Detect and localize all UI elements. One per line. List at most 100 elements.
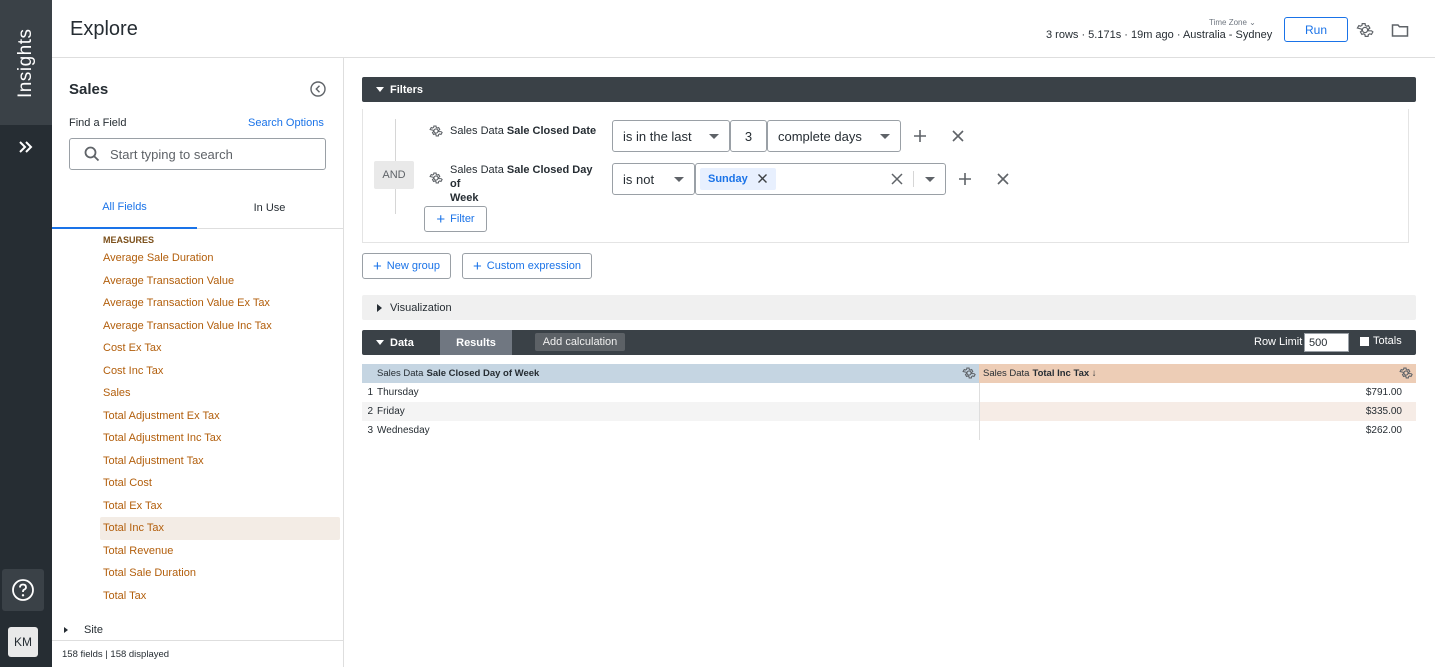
- column-field-name: Total Inc Tax ↓: [1032, 368, 1097, 379]
- column-view-name: Sales Data: [983, 368, 1030, 379]
- filter-panel: AND Sales Data Sale Closed Date is in th…: [362, 109, 1409, 243]
- run-button[interactable]: Run: [1284, 17, 1348, 42]
- table-row: 2 Friday $335.00: [362, 402, 1416, 421]
- data-label: Data: [390, 336, 414, 349]
- add-filter-button[interactable]: + Filter: [424, 206, 487, 232]
- filter-number-input[interactable]: 3: [730, 120, 767, 152]
- table-row: 3 Wednesday $262.00: [362, 421, 1416, 440]
- filter-unit-select[interactable]: complete days: [767, 120, 901, 152]
- plus-icon: +: [373, 257, 382, 275]
- field-item[interactable]: Total Revenue: [100, 540, 340, 563]
- column-field-name: Sale Closed Day of Week: [426, 368, 540, 379]
- column-header-measure[interactable]: Sales Data Total Inc Tax ↓: [979, 364, 1416, 383]
- custom-expression-button[interactable]: + Custom expression: [462, 253, 592, 279]
- app-rail: Insights KM: [0, 0, 52, 667]
- page-header: Explore Time Zone ⌄ 3 rows · 5.171s · 19…: [52, 0, 1435, 58]
- field-search-input[interactable]: [110, 146, 310, 162]
- field-item[interactable]: Total Ex Tax: [100, 495, 340, 518]
- cell-day: Friday: [377, 406, 405, 417]
- totals-label: Totals: [1373, 335, 1402, 347]
- chevron-down-icon: [674, 177, 684, 182]
- gear-icon[interactable]: [429, 124, 443, 138]
- view-group-site[interactable]: Site: [62, 624, 103, 636]
- tab-in-use[interactable]: In Use: [197, 186, 342, 229]
- close-icon[interactable]: [995, 171, 1011, 187]
- avatar[interactable]: KM: [8, 627, 38, 657]
- tab-results[interactable]: Results: [440, 330, 512, 355]
- cell-total: $791.00: [1365, 387, 1402, 398]
- brand-area[interactable]: Insights: [0, 0, 52, 125]
- folder-icon[interactable]: [1389, 19, 1411, 41]
- field-item[interactable]: Sales: [100, 382, 340, 405]
- field-item-selected[interactable]: Total Inc Tax: [100, 517, 340, 540]
- field-item[interactable]: Total Adjustment Inc Tax: [100, 427, 340, 450]
- field-picker: Sales Find a Field Search Options All Fi…: [52, 58, 344, 667]
- chevron-down-icon[interactable]: [925, 177, 935, 182]
- column-header-dimension[interactable]: Sales Data Sale Closed Day of Week: [362, 364, 979, 383]
- caret-down-icon: [376, 87, 384, 92]
- and-operator[interactable]: AND: [374, 161, 414, 189]
- row-number: 1: [367, 387, 373, 398]
- filters-section-header[interactable]: Filters: [362, 77, 1416, 102]
- new-group-button[interactable]: + New group: [362, 253, 451, 279]
- field-item[interactable]: Total Sale Duration: [100, 562, 340, 585]
- visualization-section-header[interactable]: Visualization: [362, 295, 1416, 320]
- field-search-box[interactable]: [69, 138, 326, 170]
- field-item[interactable]: Total Cost: [100, 472, 340, 495]
- column-divider: [979, 421, 980, 440]
- clear-icon[interactable]: [891, 173, 903, 185]
- visualization-label: Visualization: [390, 301, 452, 314]
- search-icon: [84, 146, 100, 162]
- cell-day: Thursday: [377, 387, 419, 398]
- timezone-label[interactable]: Time Zone ⌄: [1209, 18, 1256, 27]
- row-number: 2: [367, 406, 373, 417]
- caret-right-icon: [377, 303, 382, 312]
- new-group-label: New group: [386, 260, 440, 272]
- select-divider: [913, 171, 914, 187]
- caret-right-icon: [64, 627, 68, 633]
- chevron-down-icon: [880, 134, 890, 139]
- add-icon[interactable]: [957, 171, 973, 187]
- filter-field-name: Sales Data Sale Closed Day of Week: [450, 164, 593, 204]
- help-icon[interactable]: [2, 569, 44, 611]
- filter-value-multiselect[interactable]: Sunday: [695, 163, 946, 195]
- page-title: Explore: [70, 18, 138, 40]
- expand-nav-icon[interactable]: [12, 135, 40, 159]
- gear-icon[interactable]: [962, 366, 976, 380]
- brand-name: Insights: [15, 28, 36, 98]
- gear-icon[interactable]: [429, 171, 443, 185]
- operator-value: is in the last: [623, 128, 692, 144]
- field-item[interactable]: Average Sale Duration: [100, 247, 340, 270]
- field-item[interactable]: Average Transaction Value Ex Tax: [100, 292, 340, 315]
- add-icon[interactable]: [912, 128, 928, 144]
- grid-header: Sales Data Sale Closed Day of Week Sales …: [362, 364, 1416, 383]
- row-limit-input[interactable]: [1304, 333, 1349, 352]
- gear-icon[interactable]: [1399, 366, 1413, 380]
- filter-field-name: Sales Data Sale Closed Date: [450, 125, 597, 137]
- query-status: 3 rows · 5.171s · 19m ago · Australia - …: [1046, 29, 1273, 41]
- view-group-label: Site: [84, 624, 103, 636]
- totals-checkbox[interactable]: [1360, 337, 1369, 346]
- field-item[interactable]: Average Transaction Value: [100, 270, 340, 293]
- field-item[interactable]: Cost Inc Tax: [100, 360, 340, 383]
- field-item[interactable]: Total Adjustment Tax: [100, 450, 340, 473]
- field-item[interactable]: Cost Ex Tax: [100, 337, 340, 360]
- field-item[interactable]: Average Transaction Value Inc Tax: [100, 315, 340, 338]
- close-icon[interactable]: [950, 128, 966, 144]
- explore-name: Sales: [69, 81, 109, 98]
- column-divider: [979, 402, 980, 421]
- row-stripe: [980, 402, 1416, 421]
- search-options-link[interactable]: Search Options: [248, 117, 324, 129]
- field-item[interactable]: Total Tax: [100, 585, 340, 608]
- measures-heading: MEASURES: [103, 235, 155, 245]
- collapse-panel-icon[interactable]: [309, 80, 327, 98]
- field-item[interactable]: Total Adjustment Ex Tax: [100, 405, 340, 428]
- filter-operator-select[interactable]: is in the last: [612, 120, 730, 152]
- filter-operator-select[interactable]: is not: [612, 163, 695, 195]
- gear-icon[interactable]: [1354, 19, 1376, 41]
- tab-all-fields[interactable]: All Fields: [52, 186, 197, 229]
- remove-chip-icon[interactable]: [757, 173, 768, 184]
- filters-label: Filters: [390, 83, 424, 96]
- cell-total: $262.00: [1365, 425, 1402, 436]
- add-calculation-button[interactable]: Add calculation: [535, 333, 625, 351]
